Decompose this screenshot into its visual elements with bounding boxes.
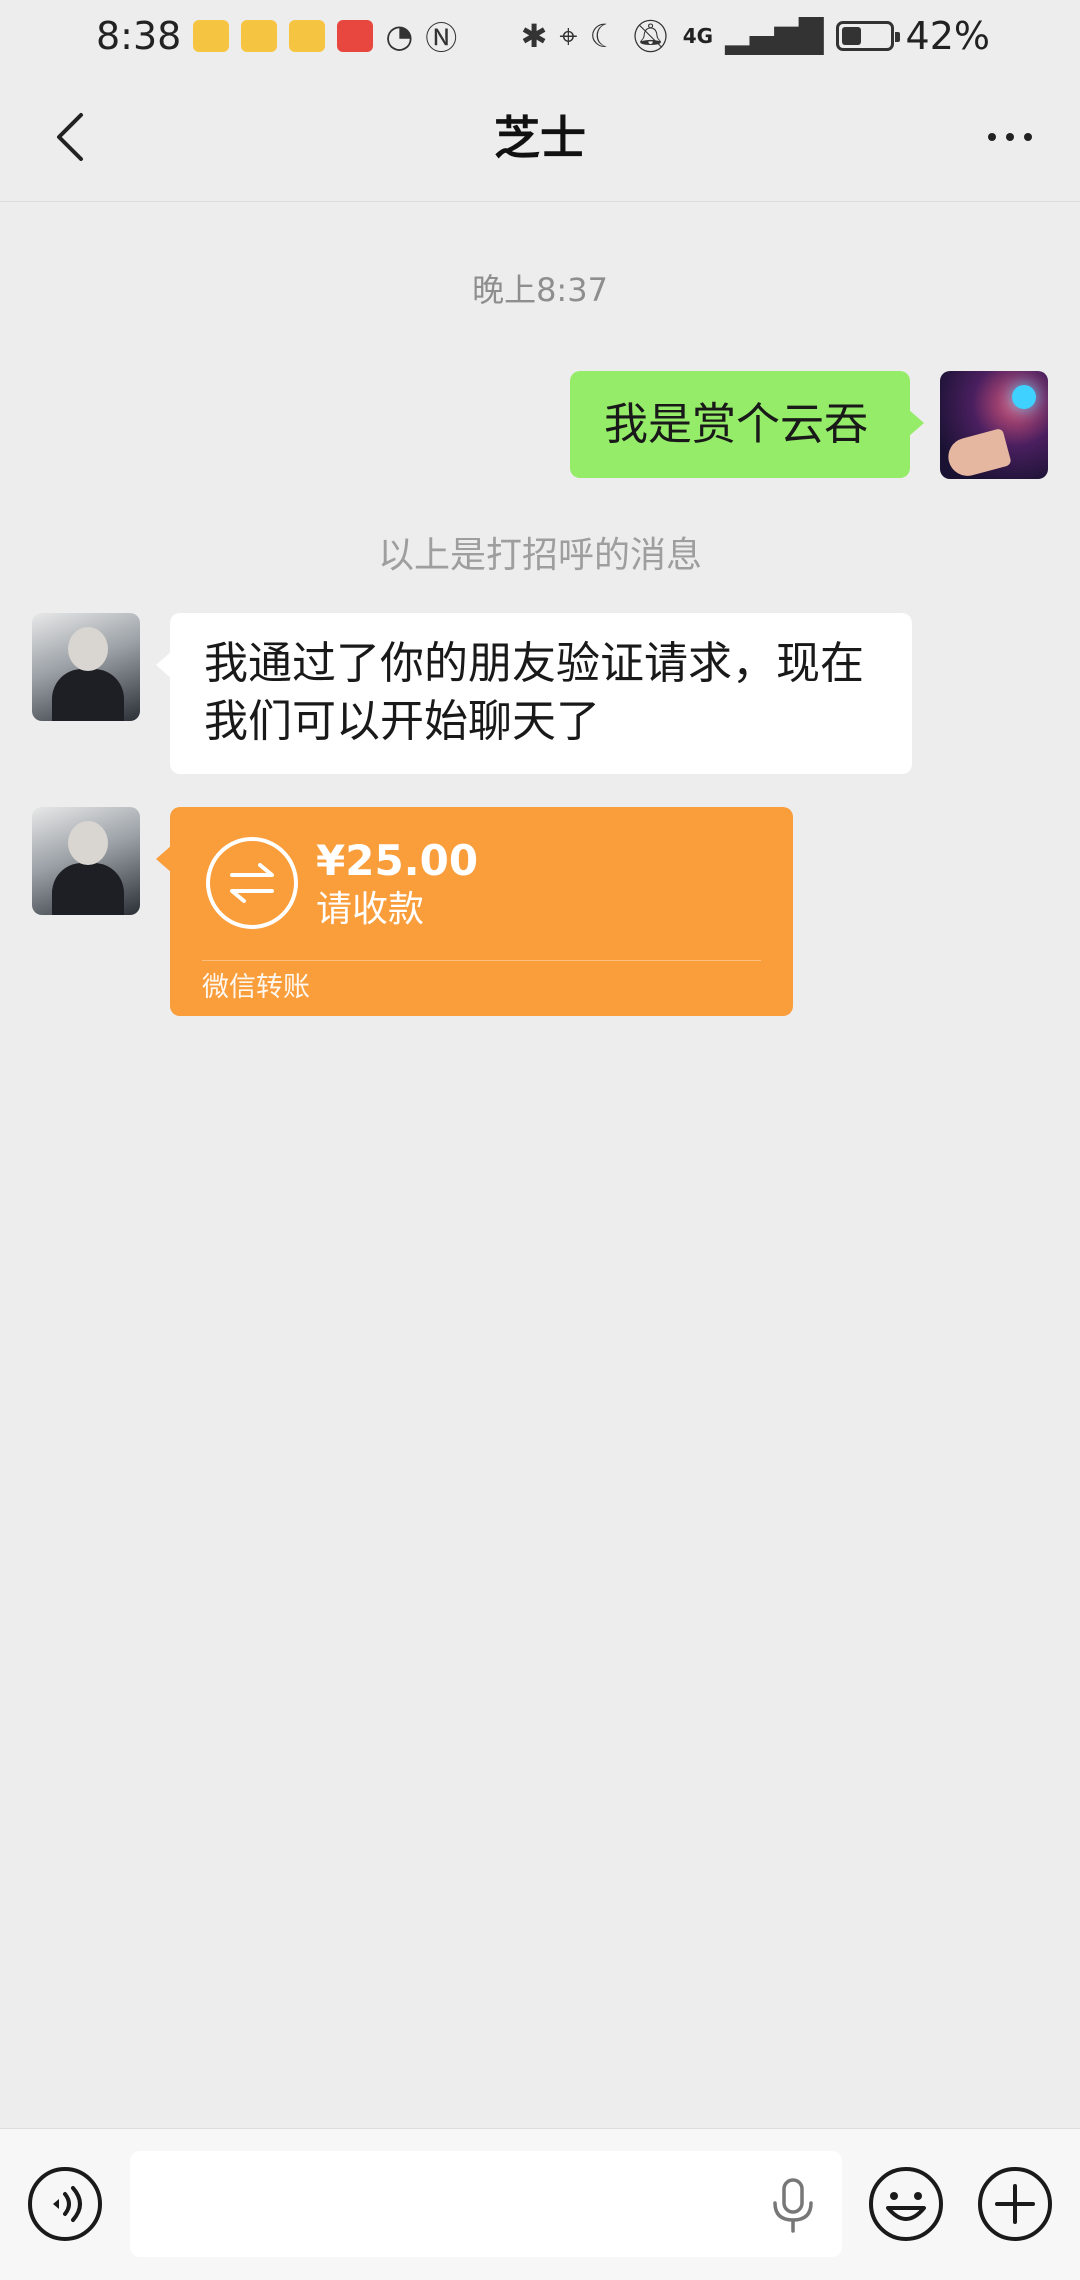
contact-avatar[interactable] bbox=[32, 613, 140, 721]
smiley-icon bbox=[869, 2167, 943, 2241]
nfc-icon: Ⓝ bbox=[425, 19, 458, 57]
transfer-divider bbox=[202, 960, 761, 961]
voice-mode-button[interactable] bbox=[25, 2164, 105, 2244]
cheese-app-icon bbox=[241, 20, 278, 52]
avatar-light bbox=[1012, 385, 1036, 409]
signal-icon: ▂▄▆█ bbox=[725, 17, 824, 55]
contact-message-bubble[interactable]: 我通过了你的朋友验证请求，现在我们可以开始聊天了 bbox=[156, 613, 912, 774]
avatar-head bbox=[68, 627, 108, 671]
moon-icon: ☾ bbox=[589, 17, 619, 55]
cheese-app-icon bbox=[193, 20, 230, 52]
transfer-icon bbox=[206, 837, 298, 929]
status-time: 8:38 bbox=[96, 14, 182, 58]
more-dot bbox=[1006, 133, 1014, 141]
voice-icon bbox=[28, 2167, 102, 2241]
more-dot bbox=[1024, 133, 1032, 141]
network-type: 4G bbox=[682, 24, 714, 48]
message-input[interactable] bbox=[130, 2151, 842, 2257]
transfer-status: 请收款 bbox=[316, 889, 425, 930]
status-left: 8:38 ◔ Ⓝ bbox=[96, 13, 457, 59]
chat-title: 芝士 bbox=[494, 111, 586, 165]
cheese-app-icon bbox=[289, 20, 326, 52]
location-icon: ⌖ bbox=[559, 16, 578, 55]
transfer-amount: ¥25.00 bbox=[316, 836, 479, 885]
system-notice: 以上是打招呼的消息 bbox=[377, 535, 702, 576]
avatar-body bbox=[52, 669, 124, 721]
more-dot bbox=[988, 133, 996, 141]
battery-level bbox=[841, 27, 861, 45]
chat-header: 芝士 bbox=[0, 72, 1080, 202]
battery-percent: 42% bbox=[905, 14, 990, 58]
speedometer-icon: ◔ bbox=[385, 17, 414, 55]
battery-icon bbox=[835, 21, 900, 51]
microphone-icon[interactable] bbox=[768, 2177, 818, 2235]
status-right: ✱ ⌖ ☾ 🔕︎ 4G ▂▄▆█ 42% bbox=[521, 14, 990, 58]
bluetooth-icon: ✱ bbox=[520, 17, 548, 55]
contact-avatar[interactable] bbox=[32, 807, 140, 915]
transfer-card[interactable]: ¥25.00 请收款 微信转账 bbox=[156, 807, 793, 1016]
exchange-arrows-icon bbox=[230, 863, 274, 903]
message-timestamp: 晚上8:37 bbox=[472, 271, 608, 309]
huawei-store-icon bbox=[337, 20, 374, 52]
self-avatar[interactable] bbox=[940, 371, 1048, 479]
mute-bell-icon: 🔕︎ bbox=[630, 17, 671, 55]
avatar-hand bbox=[944, 427, 1012, 479]
avatar-body bbox=[52, 863, 124, 915]
transfer-footer: 微信转账 bbox=[202, 972, 310, 1003]
more-options-button[interactable] bbox=[970, 97, 1050, 177]
status-bar: 8:38 ◔ Ⓝ ✱ ⌖ ☾ 🔕︎ 4G ▂▄▆█ 42% bbox=[0, 0, 1080, 72]
plus-icon bbox=[978, 2167, 1052, 2241]
self-message-bubble[interactable]: 我是赏个云吞 bbox=[570, 371, 924, 478]
avatar-head bbox=[68, 821, 108, 865]
input-bar bbox=[0, 2128, 1080, 2280]
emoji-button[interactable] bbox=[866, 2164, 946, 2244]
more-functions-button[interactable] bbox=[975, 2164, 1055, 2244]
